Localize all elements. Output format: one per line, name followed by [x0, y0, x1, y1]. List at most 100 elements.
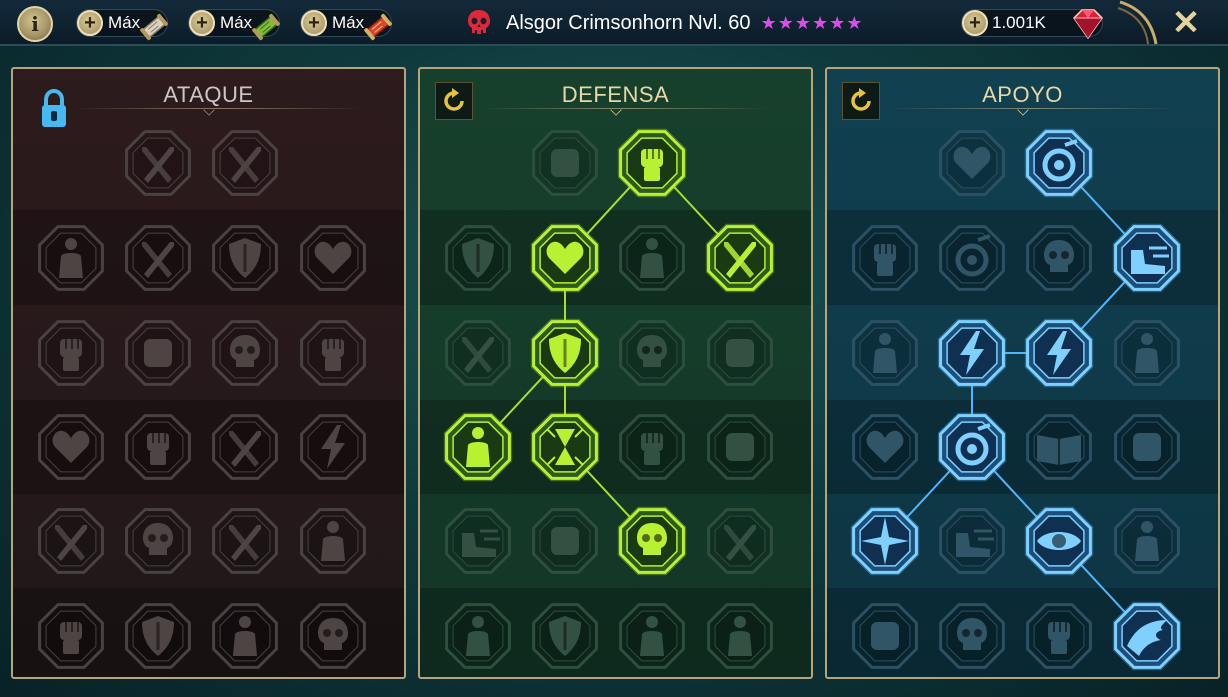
- skill-node-fangs[interactable]: [120, 315, 196, 391]
- skill-node-skull-cloak[interactable]: [207, 315, 283, 391]
- info-icon: i: [31, 12, 39, 36]
- skill-node-heart-plus[interactable]: [934, 125, 1010, 201]
- skill-node-chain-lightning[interactable]: [295, 409, 371, 485]
- skill-node-brute[interactable]: [614, 220, 690, 296]
- dagger-circle-icon: [212, 508, 278, 574]
- heart-sword-icon: [38, 414, 104, 480]
- skill-node-sprint[interactable]: [440, 503, 516, 579]
- skill-node-crowd[interactable]: [440, 409, 516, 485]
- skill-node-wall[interactable]: [527, 125, 603, 201]
- skill-node-punch[interactable]: [33, 315, 109, 391]
- skill-node-eagle[interactable]: [1109, 598, 1185, 674]
- skill-node-dash-foot[interactable]: [1109, 220, 1185, 296]
- skill-node-skull[interactable]: [934, 598, 1010, 674]
- skill-node-potion[interactable]: [847, 598, 923, 674]
- vortex-icon: [1024, 128, 1094, 198]
- skill-node-hourglass[interactable]: [527, 409, 603, 485]
- skill-node-bull[interactable]: [702, 409, 778, 485]
- skill-node-fist-slash[interactable]: [295, 315, 371, 391]
- skill-node-praying-hands[interactable]: [847, 220, 923, 296]
- flame-skull-icon: [1026, 225, 1092, 291]
- bull-icon: [707, 414, 773, 480]
- sprint-icon: [445, 508, 511, 574]
- skill-node-knight-shield[interactable]: [527, 315, 603, 391]
- skill-node-angry-face[interactable]: [1109, 409, 1185, 485]
- winged-shield-icon: [532, 603, 598, 669]
- skill-node-dagger-circle[interactable]: [207, 503, 283, 579]
- skill-node-helmet-blades[interactable]: [33, 503, 109, 579]
- close-button[interactable]: ✕: [1166, 4, 1206, 42]
- skill-node-comet[interactable]: [934, 409, 1010, 485]
- skill-node-eye[interactable]: [1021, 503, 1097, 579]
- plus-icon: +: [962, 10, 988, 36]
- skill-node-silhouette[interactable]: [1109, 315, 1185, 391]
- skull-icon: [125, 508, 191, 574]
- skill-node-executioner[interactable]: [614, 598, 690, 674]
- skill-node-lightning[interactable]: [934, 315, 1010, 391]
- skill-node-face-hood[interactable]: [702, 315, 778, 391]
- hero-title: Alsgor Crimsonhorn Nvl. 60 ★★★★★★: [466, 7, 863, 39]
- info-button[interactable]: i: [17, 6, 53, 42]
- close-icon: ✕: [1171, 4, 1201, 42]
- skill-node-grasp[interactable]: [1021, 598, 1097, 674]
- skill-node-fist[interactable]: [614, 125, 690, 201]
- boost-label: Máx: [108, 13, 141, 32]
- skill-node-sparkle-figure[interactable]: [847, 315, 923, 391]
- skill-node-sword-hand[interactable]: [33, 598, 109, 674]
- skill-node-book[interactable]: [1021, 409, 1097, 485]
- boost-green-scroll[interactable]: + Máx: [188, 9, 280, 41]
- skill-node-warrior[interactable]: [295, 503, 371, 579]
- skill-node-skull-shadow[interactable]: [614, 315, 690, 391]
- skill-node-golem[interactable]: [440, 598, 516, 674]
- book-icon: [1026, 414, 1092, 480]
- dash-foot-icon: [1112, 223, 1182, 293]
- skill-node-winged-shield[interactable]: [527, 598, 603, 674]
- skill-node-crossed-swords[interactable]: [120, 125, 196, 201]
- skill-node-shield-strike[interactable]: [207, 220, 283, 296]
- skill-node-bleeding-heart[interactable]: [295, 220, 371, 296]
- skill-node-spikes[interactable]: [527, 503, 603, 579]
- skull-icon: [939, 603, 1005, 669]
- skill-node-claw-slash[interactable]: [207, 125, 283, 201]
- skill-node-scarecrow[interactable]: [1109, 503, 1185, 579]
- skill-node-demon[interactable]: [207, 598, 283, 674]
- boost-red-scroll[interactable]: + Máx: [300, 9, 392, 41]
- skill-node-gauntlet[interactable]: [120, 409, 196, 485]
- slash-arrow-icon: [707, 508, 773, 574]
- skill-node-open-hand[interactable]: [614, 409, 690, 485]
- skill-node-spear-cloak[interactable]: [120, 220, 196, 296]
- skill-node-heart-sword[interactable]: [33, 409, 109, 485]
- skill-node-axe[interactable]: [207, 409, 283, 485]
- attack-panel: ATAQUE: [11, 67, 406, 679]
- skill-node-compass-star[interactable]: [847, 503, 923, 579]
- gems-counter[interactable]: + 1.001K: [961, 9, 1103, 40]
- skill-node-aura[interactable]: [934, 220, 1010, 296]
- eye-icon: [1024, 506, 1094, 576]
- skill-node-chevron-shield[interactable]: [440, 220, 516, 296]
- warrior-icon: [300, 508, 366, 574]
- skill-node-vortex[interactable]: [1021, 125, 1097, 201]
- skill-node-strongman[interactable]: [702, 598, 778, 674]
- boost-white-scroll[interactable]: + Máx: [76, 9, 168, 41]
- skill-node-boots[interactable]: [934, 503, 1010, 579]
- skull-mace-icon: [300, 603, 366, 669]
- helmet-blades-icon: [38, 508, 104, 574]
- spear-cloak-icon: [125, 225, 191, 291]
- fist-icon: [617, 128, 687, 198]
- skill-node-sword-cloak[interactable]: [440, 315, 516, 391]
- boost-label: Máx: [220, 13, 253, 32]
- plus-icon: +: [77, 10, 103, 36]
- skill-node-skull-burst[interactable]: [614, 503, 690, 579]
- skill-node-broken-blade[interactable]: [702, 220, 778, 296]
- skill-node-heart[interactable]: [527, 220, 603, 296]
- lightning-icon: [937, 318, 1007, 388]
- skill-node-skull[interactable]: [120, 503, 196, 579]
- skill-node-knight-helm[interactable]: [120, 598, 196, 674]
- skill-node-slash-arrow[interactable]: [702, 503, 778, 579]
- skill-node-flame-skull[interactable]: [1021, 220, 1097, 296]
- skill-node-skull-mace[interactable]: [295, 598, 371, 674]
- skill-node-shatter[interactable]: [1021, 315, 1097, 391]
- knight-helm-icon: [125, 603, 191, 669]
- skill-node-chained-heart[interactable]: [847, 409, 923, 485]
- skill-node-horned-figure[interactable]: [33, 220, 109, 296]
